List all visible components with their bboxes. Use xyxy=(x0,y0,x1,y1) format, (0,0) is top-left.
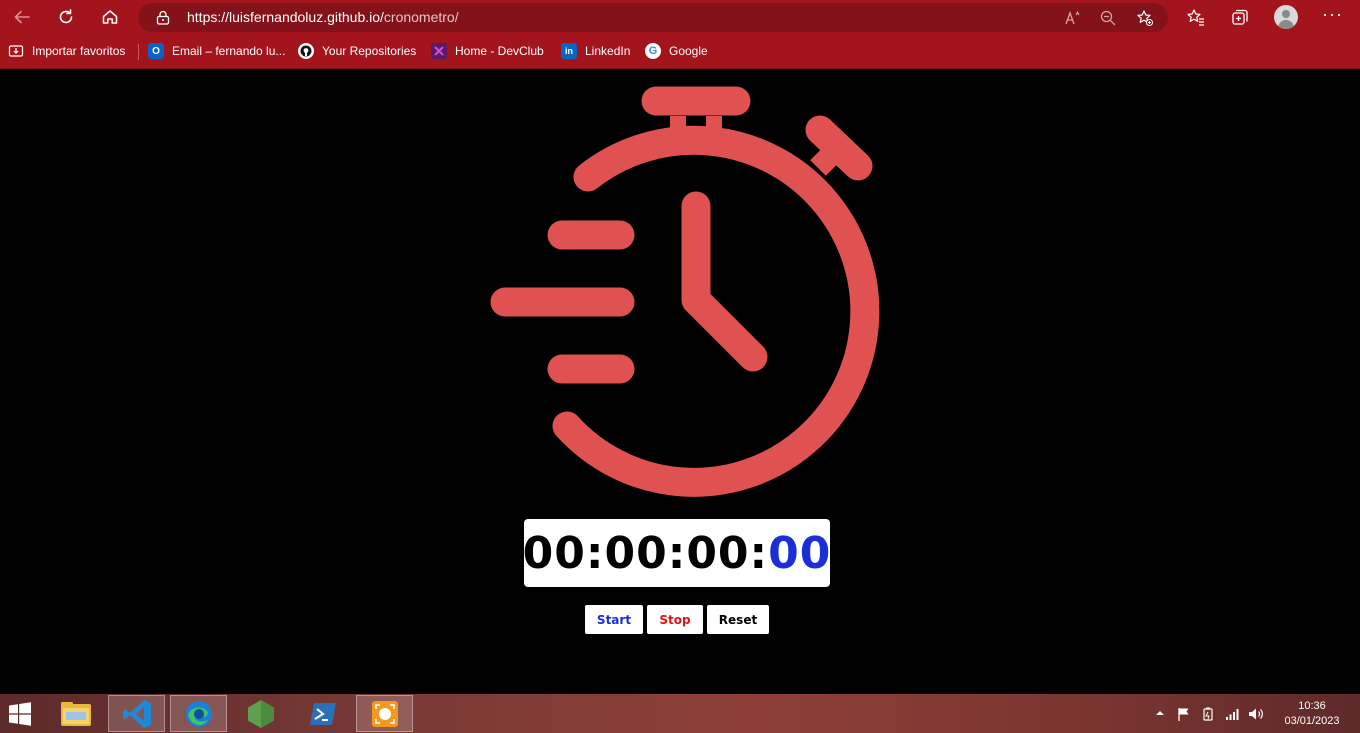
start-button[interactable]: Start xyxy=(585,605,643,634)
time-separator: : xyxy=(667,527,687,579)
favorite-item-repositories[interactable]: Your Repositories xyxy=(298,41,416,61)
read-aloud-button[interactable] xyxy=(1064,9,1082,27)
clock-date: 03/01/2023 xyxy=(1284,715,1340,727)
start-menu-button[interactable] xyxy=(0,695,40,732)
time-separator: : xyxy=(749,527,769,579)
refresh-button[interactable] xyxy=(52,4,80,30)
favorite-label: Your Repositories xyxy=(322,44,417,58)
home-button[interactable] xyxy=(96,4,124,30)
edge-icon xyxy=(185,700,212,727)
collections-button[interactable] xyxy=(1230,7,1250,27)
stop-button[interactable]: Stop xyxy=(647,605,703,634)
screen-recorder-icon xyxy=(371,700,398,727)
taskbar-clock[interactable]: 10:36 03/01/2023 xyxy=(1276,699,1348,729)
url-host: https://luisfernandoluz.github.io/ xyxy=(187,9,384,25)
favorite-label: Home - DevClub xyxy=(455,44,544,58)
flag-icon[interactable] xyxy=(1177,707,1191,721)
linkedin-icon: in xyxy=(561,43,577,59)
google-icon: G xyxy=(645,43,661,59)
taskbar-nodejs[interactable] xyxy=(232,695,289,732)
milliseconds-value: 00 xyxy=(768,527,832,579)
favorite-label: Google xyxy=(669,44,708,58)
taskbar-vscode[interactable] xyxy=(108,695,165,732)
outlook-icon: O xyxy=(148,43,164,59)
favorite-item-linkedin[interactable]: in LinkedIn xyxy=(561,41,630,61)
address-bar[interactable]: https://luisfernandoluz.github.io/cronom… xyxy=(138,3,1168,32)
battery-icon[interactable] xyxy=(1201,707,1215,721)
github-icon xyxy=(298,43,314,59)
lock-icon xyxy=(156,10,170,25)
stopwatch-display: 00:00:00:00 xyxy=(522,519,832,587)
network-signal-icon[interactable] xyxy=(1225,707,1239,721)
volume-icon[interactable] xyxy=(1248,707,1263,721)
clock-time: 10:36 xyxy=(1298,700,1326,712)
nodejs-icon xyxy=(247,699,274,728)
taskbar-edge[interactable] xyxy=(170,695,227,732)
file-explorer-icon xyxy=(60,701,91,726)
zoom-out-icon xyxy=(1100,10,1116,26)
seconds-value: 00 xyxy=(686,527,750,579)
taskbar-screen-recorder[interactable] xyxy=(356,695,413,732)
favorites-bar: Importar favoritos O Email – fernando lu… xyxy=(0,35,1360,69)
vscode-icon xyxy=(122,699,151,728)
back-arrow-icon xyxy=(14,10,30,24)
back-button[interactable] xyxy=(8,4,36,30)
tray-overflow-icon[interactable] xyxy=(1155,707,1169,721)
more-options-icon[interactable]: ··· xyxy=(1322,4,1343,25)
powershell-icon xyxy=(309,702,336,725)
favorite-item-google[interactable]: G Google xyxy=(645,41,708,61)
import-icon xyxy=(8,43,24,59)
favorite-item-email[interactable]: O Email – fernando lu... xyxy=(148,41,285,61)
favorites-icon xyxy=(1187,9,1204,26)
zoom-button[interactable] xyxy=(1099,9,1117,27)
home-icon xyxy=(102,10,118,24)
read-aloud-icon xyxy=(1065,10,1080,25)
favorite-label: Email – fernando lu... xyxy=(172,44,286,58)
collections-icon xyxy=(1232,9,1248,25)
start-menu-icon xyxy=(9,701,31,726)
reset-button[interactable]: Reset xyxy=(707,605,769,634)
minutes-value: 00 xyxy=(604,527,668,579)
favorites-divider xyxy=(138,44,139,60)
devclub-icon xyxy=(431,43,447,59)
url-text: https://luisfernandoluz.github.io/cronom… xyxy=(187,9,459,25)
taskbar-file-explorer[interactable] xyxy=(47,695,104,732)
add-favorite-button[interactable] xyxy=(1136,9,1154,27)
taskbar-powershell[interactable] xyxy=(294,695,351,732)
taskbar: 10:36 03/01/2023 xyxy=(0,694,1360,733)
url-path: cronometro/ xyxy=(383,9,459,25)
favorites-button[interactable] xyxy=(1186,7,1206,27)
time-separator: : xyxy=(585,527,605,579)
favorite-item-import[interactable]: Importar favoritos xyxy=(8,41,125,61)
star-add-icon xyxy=(1137,10,1153,26)
hours-value: 00 xyxy=(522,527,586,579)
stopwatch-icon xyxy=(490,86,880,497)
favorite-label: Importar favoritos xyxy=(32,44,126,58)
refresh-icon xyxy=(59,9,73,24)
browser-toolbar: https://luisfernandoluz.github.io/cronom… xyxy=(0,0,1360,35)
favorite-label: LinkedIn xyxy=(585,44,631,58)
profile-avatar[interactable] xyxy=(1274,5,1298,29)
favorite-item-devclub[interactable]: Home - DevClub xyxy=(431,41,544,61)
